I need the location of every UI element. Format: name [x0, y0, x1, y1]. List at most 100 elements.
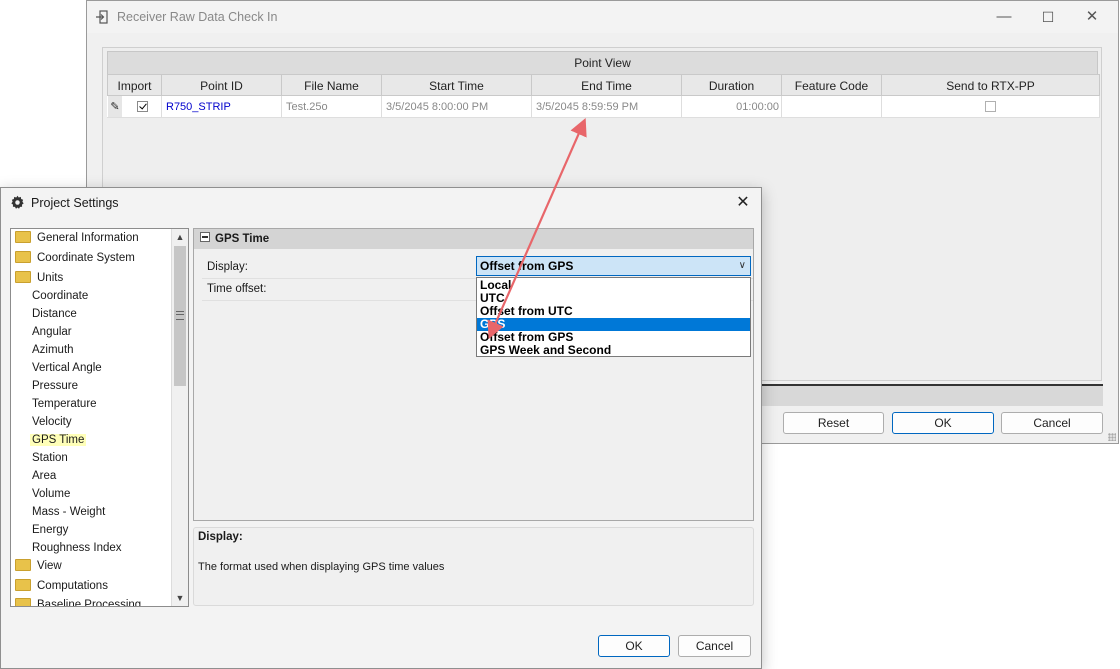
minimize-icon[interactable]: — — [984, 7, 1024, 27]
tree-item-energy[interactable]: Energy — [32, 521, 68, 539]
dropdown-option-local[interactable]: Local — [477, 279, 750, 292]
end-time-cell[interactable]: 3/5/2045 8:59:59 PM — [532, 96, 682, 118]
table-row[interactable]: ✎ R750_STRIP Test.25o 3/5/2045 8:00:00 P… — [107, 96, 1100, 118]
tree-item-label: Station — [32, 452, 68, 464]
point-view-header: Point View — [107, 51, 1098, 75]
display-dropdown-list: Local UTC Offset from UTC GPS Offset from GP… — [476, 277, 751, 357]
grid-header-row: Import Point ID File Name Start Time End… — [107, 74, 1100, 96]
tree-item-computations[interactable]: Computations — [15, 577, 108, 595]
tree-item-velocity[interactable]: Velocity — [32, 413, 72, 431]
settings-tree: General Information Coordinate System Unit… — [10, 228, 189, 607]
tree-item-label: General Information — [37, 232, 139, 244]
tree-item-label: Units — [37, 272, 64, 284]
feature-code-cell[interactable] — [782, 96, 882, 118]
column-header-import[interactable]: Import — [107, 74, 162, 96]
project-settings-title: Project Settings — [31, 196, 119, 210]
dropdown-option-offset-from-utc[interactable]: Offset from UTC — [477, 305, 750, 318]
tree-item-angular[interactable]: Angular — [32, 323, 72, 341]
tree-item-baseline-processing[interactable]: Baseline Processing — [15, 596, 142, 607]
tree-item-area[interactable]: Area — [32, 467, 56, 485]
tree-scrollbar[interactable]: ▲ ▼ — [171, 229, 188, 606]
duration-cell[interactable]: 01:00:00 — [682, 96, 782, 118]
close-icon[interactable]: ✕ — [733, 193, 753, 213]
tree-item-volume[interactable]: Volume — [32, 485, 70, 503]
tree-item-gps-time[interactable]: GPS Time — [30, 431, 87, 449]
folder-icon — [15, 250, 31, 263]
scroll-up-icon[interactable]: ▲ — [172, 229, 188, 245]
tree-item-coordinate[interactable]: Coordinate — [32, 287, 88, 305]
tree-item-label: Energy — [32, 524, 69, 536]
column-header-duration[interactable]: Duration — [682, 74, 782, 96]
receiver-ok-button[interactable]: OK — [892, 412, 994, 434]
tree-item-station[interactable]: Station — [32, 449, 68, 467]
category-header[interactable]: GPS Time — [194, 229, 753, 249]
start-time-cell[interactable]: 3/5/2045 8:00:00 PM — [382, 96, 532, 118]
folder-icon — [15, 230, 31, 243]
cancel-button[interactable]: Cancel — [678, 635, 751, 657]
folder-icon — [15, 578, 31, 591]
tree-item-label: Volume — [32, 488, 71, 500]
scroll-down-icon[interactable]: ▼ — [172, 590, 188, 606]
column-header-file-name[interactable]: File Name — [282, 74, 382, 96]
tree-item-roughness-index[interactable]: Roughness Index — [32, 539, 122, 557]
reset-button[interactable]: Reset — [783, 412, 884, 434]
tree-item-temperature[interactable]: Temperature — [32, 395, 97, 413]
tree-item-label: Velocity — [32, 416, 72, 428]
row-edit-icon: ✎ — [108, 96, 122, 117]
tree-item-label: Computations — [37, 580, 108, 592]
column-header-point-id[interactable]: Point ID — [162, 74, 282, 96]
tree-item-label: View — [37, 560, 62, 572]
receiver-cancel-button[interactable]: Cancel — [1001, 412, 1103, 434]
tree-item-label: Temperature — [32, 398, 97, 410]
close-icon[interactable]: ✕ — [1072, 7, 1112, 27]
display-label: Display: — [207, 261, 248, 273]
gear-icon — [11, 195, 24, 209]
point-id-cell[interactable]: R750_STRIP — [162, 96, 282, 118]
tree-item-azimuth[interactable]: Azimuth — [32, 341, 74, 359]
tree-item-view[interactable]: View — [15, 557, 62, 575]
ok-button[interactable]: OK — [598, 635, 670, 657]
file-name-cell[interactable]: Test.25o — [282, 96, 382, 118]
column-header-send-to-rtx-pp[interactable]: Send to RTX-PP — [882, 74, 1100, 96]
display-select-value: Offset from GPS — [480, 259, 574, 273]
folder-icon — [15, 558, 31, 571]
tree-item-label: Roughness Index — [32, 542, 122, 554]
tree-item-label: Mass - Weight — [32, 506, 106, 518]
folder-icon — [15, 597, 31, 606]
send-to-rtx-pp-checkbox[interactable] — [985, 101, 996, 112]
import-checkbox[interactable] — [137, 101, 148, 112]
resize-grip-icon[interactable] — [1108, 433, 1116, 441]
tree-item-label: Distance — [32, 308, 77, 320]
column-header-end-time[interactable]: End Time — [532, 74, 682, 96]
tree-item-label: Pressure — [32, 380, 79, 392]
help-text: The format used when displaying GPS time… — [198, 561, 445, 573]
tree-item-coordinate-system[interactable]: Coordinate System — [15, 249, 135, 267]
tree-item-label: Baseline Processing — [37, 599, 142, 607]
receiver-titlebar: Receiver Raw Data Check In — ☐ ✕ — [87, 1, 1118, 33]
import-cell: ✎ — [107, 96, 162, 118]
tree-item-general-information[interactable]: General Information — [15, 229, 139, 247]
tree-item-mass-weight[interactable]: Mass - Weight — [32, 503, 105, 521]
dropdown-option-gps-week-and-second[interactable]: GPS Week and Second — [477, 344, 750, 357]
tree-item-vertical-angle[interactable]: Vertical Angle — [32, 359, 102, 377]
tree-item-pressure[interactable]: Pressure — [32, 377, 78, 395]
tree-item-label: Azimuth — [32, 344, 74, 356]
collapse-icon[interactable] — [200, 232, 210, 242]
tree-item-label: GPS Time — [30, 434, 87, 446]
tree-item-label: Area — [32, 470, 57, 482]
tree-item-label: Coordinate System — [37, 252, 135, 264]
help-title: Display: — [198, 531, 243, 543]
tree-item-distance[interactable]: Distance — [32, 305, 77, 323]
tree-item-units[interactable]: Units — [15, 269, 63, 287]
folder-icon — [15, 270, 31, 283]
check-in-icon — [96, 10, 108, 24]
column-header-feature-code[interactable]: Feature Code — [782, 74, 882, 96]
display-select[interactable]: Offset from GPS ∨ — [476, 256, 751, 276]
column-header-start-time[interactable]: Start Time — [382, 74, 532, 96]
chevron-down-icon[interactable]: ∨ — [739, 257, 746, 275]
time-offset-label: Time offset: — [207, 283, 267, 295]
scroll-grip-icon — [176, 311, 184, 320]
maximize-icon[interactable]: ☐ — [1028, 7, 1068, 27]
category-label: GPS Time — [215, 233, 270, 245]
send-to-rtx-pp-cell — [882, 96, 1100, 118]
